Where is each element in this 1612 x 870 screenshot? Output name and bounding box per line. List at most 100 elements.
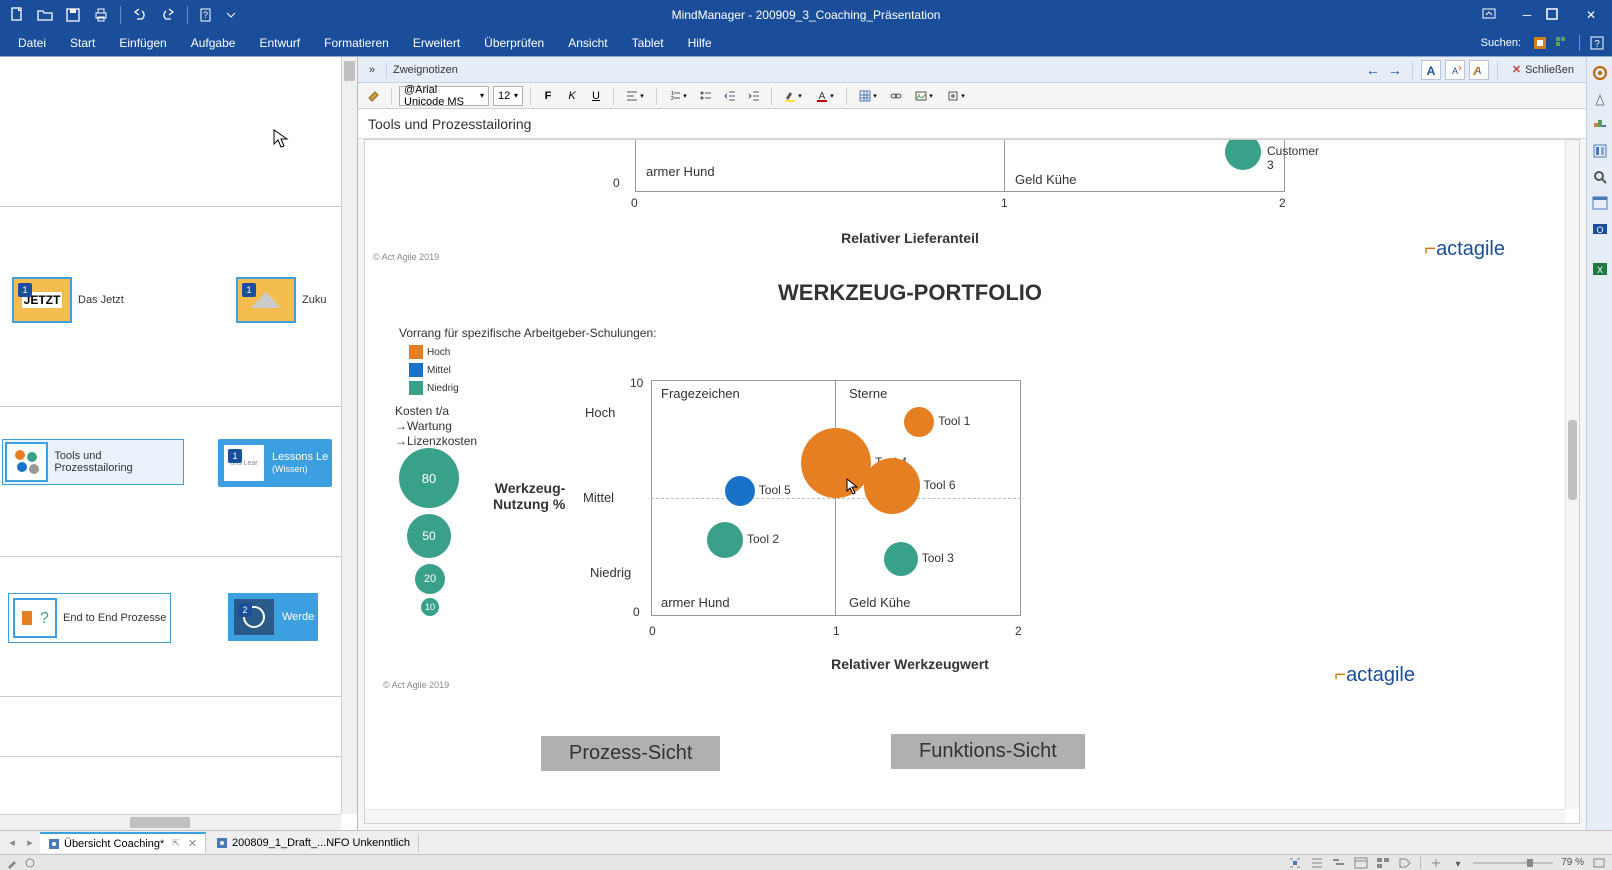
bubble-plot: Fragezeichen Sterne armer Hund Geld Kühe — [651, 380, 1021, 616]
notes-hscroll[interactable] — [365, 809, 1565, 823]
collapse-all-icon[interactable] — [1429, 857, 1443, 869]
y-axis-title: Werkzeug- Nutzung % — [493, 480, 565, 512]
map-hscroll[interactable] — [0, 814, 341, 830]
highlight-color-button[interactable]: ▾ — [779, 86, 807, 106]
view-tag-icon[interactable] — [1398, 857, 1412, 869]
collapse-notes-icon[interactable]: » — [364, 62, 380, 78]
view-outline-icon[interactable] — [1310, 857, 1324, 869]
font-family-combo[interactable]: @Arial Unicode MS▾ — [399, 86, 489, 106]
font-color-button[interactable]: A▾ — [811, 86, 839, 106]
map-node-e2e-prozesse[interactable]: ? End to End Prozesse — [8, 593, 171, 643]
notes-content-area[interactable]: armer Hund Geld Kühe Customer 3 0 0 1 2 … — [364, 139, 1580, 824]
close-notes-button[interactable]: ✕ Schließen — [1506, 61, 1580, 78]
zoom-value: 79 % — [1561, 857, 1584, 868]
insert-object-button[interactable]: ▾ — [942, 86, 970, 106]
italic-button[interactable]: K — [562, 86, 582, 106]
open-icon[interactable] — [36, 6, 54, 24]
help-dropdown-icon[interactable]: ? — [198, 6, 216, 24]
svg-text:▾: ▾ — [1456, 859, 1461, 869]
tab-aufgabe[interactable]: Aufgabe — [179, 30, 248, 56]
sidebar-map-icon[interactable] — [1590, 63, 1610, 83]
map-vscroll[interactable] — [341, 57, 357, 814]
view-icon-icon[interactable] — [1376, 857, 1390, 869]
tab-hilfe[interactable]: Hilfe — [676, 30, 724, 56]
insert-table-button[interactable]: ▾ — [854, 86, 882, 106]
indent-button[interactable] — [744, 86, 764, 106]
lower-copyright: © Act Agile 2019 — [383, 680, 449, 690]
tab-scroll-left-icon[interactable]: ◂ — [4, 835, 20, 851]
actagile-logo-upper: ⌐actagile — [1424, 238, 1505, 261]
tab-scroll-right-icon[interactable]: ▸ — [22, 835, 38, 851]
qa-customize-icon[interactable] — [226, 6, 236, 24]
tab-ueberpruefen[interactable]: Überprüfen — [472, 30, 556, 56]
new-icon[interactable] — [8, 6, 26, 24]
undo-icon[interactable] — [131, 6, 149, 24]
view-mindmap-icon[interactable] — [1288, 857, 1302, 869]
view-schedule-icon[interactable] — [1354, 857, 1368, 869]
view-gantt-icon[interactable] — [1332, 857, 1346, 869]
svg-text:A: A — [1452, 66, 1458, 76]
sidebar-outlook-icon[interactable]: O — [1590, 219, 1610, 239]
svg-text:A: A — [1427, 64, 1436, 77]
tab-einfuegen[interactable]: Einfügen — [107, 30, 178, 56]
status-attach-icon[interactable] — [24, 857, 36, 869]
map-panel: 1JETZT Das Jetzt 1 Zuku Tools und Prozes… — [0, 57, 358, 830]
map-node-das-jetzt[interactable]: 1JETZT Das Jetzt — [12, 277, 124, 323]
maximize-button[interactable] — [1546, 8, 1572, 22]
tab-tablet[interactable]: Tablet — [620, 30, 676, 56]
sidebar-search-icon[interactable] — [1590, 167, 1610, 187]
close-button[interactable]: ✕ — [1578, 8, 1604, 22]
ribbon-collapse-icon[interactable] — [1482, 8, 1508, 22]
status-edit-icon[interactable] — [6, 857, 18, 869]
help-icon[interactable]: ? — [1588, 34, 1606, 52]
bullet-list-button[interactable] — [696, 86, 716, 106]
sidebar-browser-icon[interactable] — [1590, 193, 1610, 213]
tab-entwurf[interactable]: Entwurf — [247, 30, 312, 56]
tab-erweitert[interactable]: Erweitert — [401, 30, 472, 56]
map-node-zukunft[interactable]: 1 Zuku — [236, 277, 326, 323]
notes-header-title: Zweignotizen — [393, 64, 458, 76]
prev-note-icon[interactable]: ← — [1364, 61, 1382, 79]
next-note-icon[interactable]: → — [1386, 61, 1404, 79]
bold-button[interactable]: F — [538, 86, 558, 106]
map-node-tools-prozess[interactable]: Tools und Prozesstailoring — [2, 439, 184, 485]
sidebar-library-icon[interactable] — [1590, 141, 1610, 161]
format-painter-icon[interactable] — [364, 86, 384, 106]
highlight-pane-icon[interactable]: A — [1469, 60, 1489, 80]
numbered-list-button[interactable]: 12▾ — [664, 86, 692, 106]
tab-datei[interactable]: Datei — [6, 30, 58, 56]
sidebar-task-icon[interactable] — [1590, 115, 1610, 135]
font-larger-icon[interactable]: A — [1421, 60, 1441, 80]
upper-copyright: © Act Agile 2019 — [373, 252, 439, 262]
expand-level-icon[interactable]: ▾ — [1451, 857, 1465, 869]
notes-format-toolbar: @Arial Unicode MS▾ 12▾ F K U ▾ 12▾ ▾ A▾ … — [358, 83, 1586, 109]
save-icon[interactable] — [64, 6, 82, 24]
font-smaller-icon[interactable]: A — [1445, 60, 1465, 80]
notes-vscroll[interactable] — [1565, 140, 1579, 809]
svg-text:?: ? — [40, 610, 49, 627]
tab-start[interactable]: Start — [58, 30, 107, 56]
insert-image-button[interactable]: ▾ — [910, 86, 938, 106]
right-sidebar: O X — [1586, 57, 1612, 830]
doc-tab-draft[interactable]: 200809_1_Draft_...NFO Unkenntlich — [208, 834, 419, 852]
sidebar-excel-icon[interactable]: X — [1590, 259, 1610, 279]
tab-formatieren[interactable]: Formatieren — [312, 30, 401, 56]
underline-button[interactable]: U — [586, 86, 606, 106]
insert-link-button[interactable] — [886, 86, 906, 106]
tab-ansicht[interactable]: Ansicht — [556, 30, 619, 56]
sidebar-marker-icon[interactable] — [1590, 89, 1610, 109]
map-node-werde[interactable]: 2 Werde — [228, 593, 318, 641]
search-target-icon[interactable] — [1531, 34, 1549, 52]
minimize-button[interactable]: ─ — [1514, 8, 1540, 22]
doc-tab-uebersicht[interactable]: Übersicht Coaching* ⇱ ✕ — [40, 832, 206, 853]
outdent-button[interactable] — [720, 86, 740, 106]
x-axis-label: Relativer Werkzeugwert — [365, 656, 1455, 672]
print-icon[interactable] — [92, 6, 110, 24]
align-button[interactable]: ▾ — [621, 86, 649, 106]
fit-window-icon[interactable] — [1592, 857, 1606, 869]
map-node-lessons-learned[interactable]: 1ons Lear Lessons Le(Wissen) — [218, 439, 332, 487]
quick-filter-icon[interactable] — [1553, 34, 1571, 52]
redo-icon[interactable] — [159, 6, 177, 24]
font-size-combo[interactable]: 12▾ — [493, 86, 523, 106]
zoom-slider[interactable] — [1473, 858, 1553, 868]
